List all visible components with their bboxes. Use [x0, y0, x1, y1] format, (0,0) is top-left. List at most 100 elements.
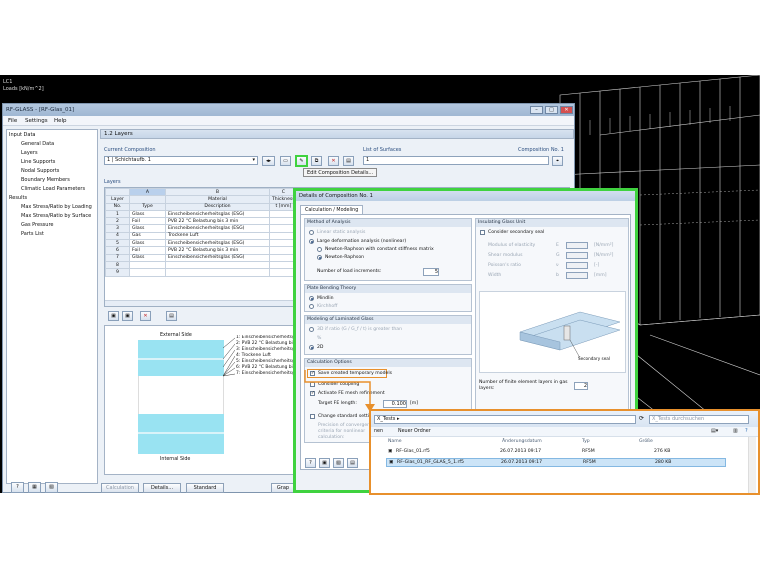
help-icon[interactable]: ?: [11, 482, 24, 493]
library-button[interactable]: ▤: [343, 156, 354, 166]
row-no: 5: [105, 239, 130, 248]
col-name[interactable]: Name: [388, 439, 402, 444]
dialog-help-icon[interactable]: ?: [305, 458, 316, 468]
explorer-search[interactable]: X_Tests durchsuchen: [649, 415, 749, 424]
row-type[interactable]: Foil: [129, 217, 166, 226]
row-desc[interactable]: PVB 22 °C Belastung bis 3 min: [165, 217, 270, 226]
row-desc[interactable]: [165, 268, 270, 277]
loads-unit-label: Loads [kN/m^2]: [3, 86, 44, 92]
delete-row-button[interactable]: ✕: [140, 311, 151, 321]
col-date[interactable]: Änderungsdatum: [502, 439, 542, 444]
dialog-copy-icon[interactable]: ▣: [319, 458, 330, 468]
row-desc[interactable]: Einscheibensicherheitsglas (ESG): [165, 253, 270, 262]
3d-radio[interactable]: [309, 327, 314, 332]
tree-item-line-supports[interactable]: Line Supports: [21, 159, 55, 165]
row-type[interactable]: Glass: [129, 253, 166, 262]
fe-length-input[interactable]: 0.100: [383, 400, 407, 408]
calculation-button[interactable]: Calculation: [101, 483, 139, 493]
close-button[interactable]: ✕: [560, 106, 573, 114]
col-size[interactable]: Größe: [639, 439, 653, 444]
tree-item-boundary-members[interactable]: Boundary Members: [21, 177, 70, 183]
tree-item-general-data[interactable]: General Data: [21, 141, 54, 147]
explorer-path[interactable]: X_Tests ▸: [374, 415, 636, 424]
tree-item-climatic-load[interactable]: Climatic Load Parameters: [21, 186, 85, 192]
method-of-analysis-group: Method of Analysis Linear static analysi…: [304, 218, 472, 281]
row-type[interactable]: Glass: [129, 239, 166, 248]
copy-composition-button[interactable]: ⧉: [311, 156, 322, 166]
window-titlebar: RF-GLASS - [RF-Glas_01]: [3, 104, 574, 116]
pick-surfaces-button[interactable]: ⌖: [552, 156, 563, 166]
tree-item-stress-loading[interactable]: Max Stress/Ratio by Loading: [21, 204, 92, 210]
settings-icon[interactable]: ▧: [45, 482, 58, 493]
param-input[interactable]: [566, 272, 588, 279]
tree-results[interactable]: Results: [9, 195, 27, 201]
tree-item-stress-surface[interactable]: Max Stress/Ratio by Surface: [21, 213, 91, 219]
kirchhoff-radio[interactable]: [309, 304, 314, 309]
tree-item-parts-list[interactable]: Parts List: [21, 231, 44, 237]
fe-length-unit: [m]: [410, 401, 419, 406]
menu-help[interactable]: Help: [54, 118, 67, 124]
param-input[interactable]: [566, 252, 588, 259]
view-icon[interactable]: ▤▾: [711, 428, 718, 434]
insulating-title: Insulating Glass Unit: [476, 219, 628, 227]
surfaces-input[interactable]: 1: [363, 156, 549, 165]
row-desc[interactable]: [165, 260, 270, 270]
units-icon[interactable]: ▦: [28, 482, 41, 493]
fe-layers-input[interactable]: 2: [574, 382, 588, 390]
row-type[interactable]: [129, 260, 166, 270]
row-type[interactable]: [129, 268, 166, 277]
nr-radio[interactable]: [317, 255, 322, 260]
new-composition-button[interactable]: ▭: [280, 156, 291, 166]
menu-settings[interactable]: Settings: [25, 118, 48, 124]
help-circle-icon[interactable]: ?: [745, 428, 748, 434]
col-type[interactable]: Typ: [582, 439, 590, 444]
param-input[interactable]: [566, 242, 588, 249]
standard-button[interactable]: Standard: [186, 483, 224, 493]
row-desc[interactable]: Trockene Luft: [165, 231, 270, 241]
row-desc[interactable]: PVB 22 °C Belastung bis 3 min: [165, 246, 270, 255]
prev-next-button[interactable]: ◂▸: [262, 156, 275, 166]
composition-select[interactable]: 1 | Schichtaufb. 1 ▾: [104, 156, 258, 165]
row-desc[interactable]: Einscheibensicherheitsglas (ESG): [165, 209, 270, 219]
param-input[interactable]: [566, 262, 588, 269]
row-type[interactable]: Glass: [129, 209, 166, 219]
print-button[interactable]: ▤: [166, 311, 177, 321]
large-deformation-radio[interactable]: [309, 239, 314, 244]
file-row[interactable]: ▣ RF-Glas_01.rf5 26.07.2013 09:17 RF5M 2…: [386, 448, 726, 457]
tree-item-nodal-supports[interactable]: Nodal Supports: [21, 168, 59, 174]
tree-input-data[interactable]: Input Data: [9, 132, 35, 138]
edit-composition-button[interactable]: ✎: [295, 155, 308, 167]
menu-file[interactable]: File: [8, 118, 17, 124]
details-button[interactable]: Details...: [143, 483, 181, 493]
secondary-seal-checkbox[interactable]: [480, 230, 485, 235]
tab-calculation-modeling[interactable]: Calculation / Modeling: [300, 205, 364, 214]
file-row-selected[interactable]: ▣ RF-Glas_01_RF_GLAS_5_1.rf5 26.07.2013 …: [386, 458, 726, 467]
row-type[interactable]: Gas: [129, 231, 166, 241]
minimize-button[interactable]: –: [530, 106, 543, 114]
nr-constant-radio[interactable]: [317, 247, 322, 252]
row-desc[interactable]: Einscheibensicherheitsglas (ESG): [165, 224, 270, 233]
new-folder-button[interactable]: Neuer Ordner: [398, 429, 431, 434]
maximize-button[interactable]: □: [545, 106, 558, 114]
import-button[interactable]: ▣: [108, 311, 119, 321]
dialog-default-icon[interactable]: ▧: [333, 458, 344, 468]
mindlin-radio[interactable]: [309, 296, 314, 301]
mindlin-label: Mindlin: [317, 296, 334, 301]
linear-radio[interactable]: [309, 230, 314, 235]
dialog-save-icon[interactable]: ▤: [347, 458, 358, 468]
row-type[interactable]: Foil: [129, 246, 166, 255]
graphics-button[interactable]: Grap: [271, 483, 295, 493]
pane-icon[interactable]: ▥: [733, 428, 738, 434]
export-button[interactable]: ▣: [122, 311, 133, 321]
refresh-icon[interactable]: ⟳: [639, 415, 644, 422]
explorer-scrollbar[interactable]: [748, 437, 756, 493]
row-desc[interactable]: Einscheibensicherheitsglas (ESG): [165, 239, 270, 248]
delete-composition-button[interactable]: ✕: [328, 156, 339, 166]
2d-radio[interactable]: [309, 345, 314, 350]
load-increments-input[interactable]: 5: [423, 268, 439, 276]
tree-item-gas-pressure[interactable]: Gas Pressure: [21, 222, 53, 228]
row-type[interactable]: Glass: [129, 224, 166, 233]
param-symbol: ν: [556, 263, 559, 268]
tree-item-layers[interactable]: Layers: [21, 150, 38, 156]
open-button[interactable]: nen: [374, 429, 383, 434]
